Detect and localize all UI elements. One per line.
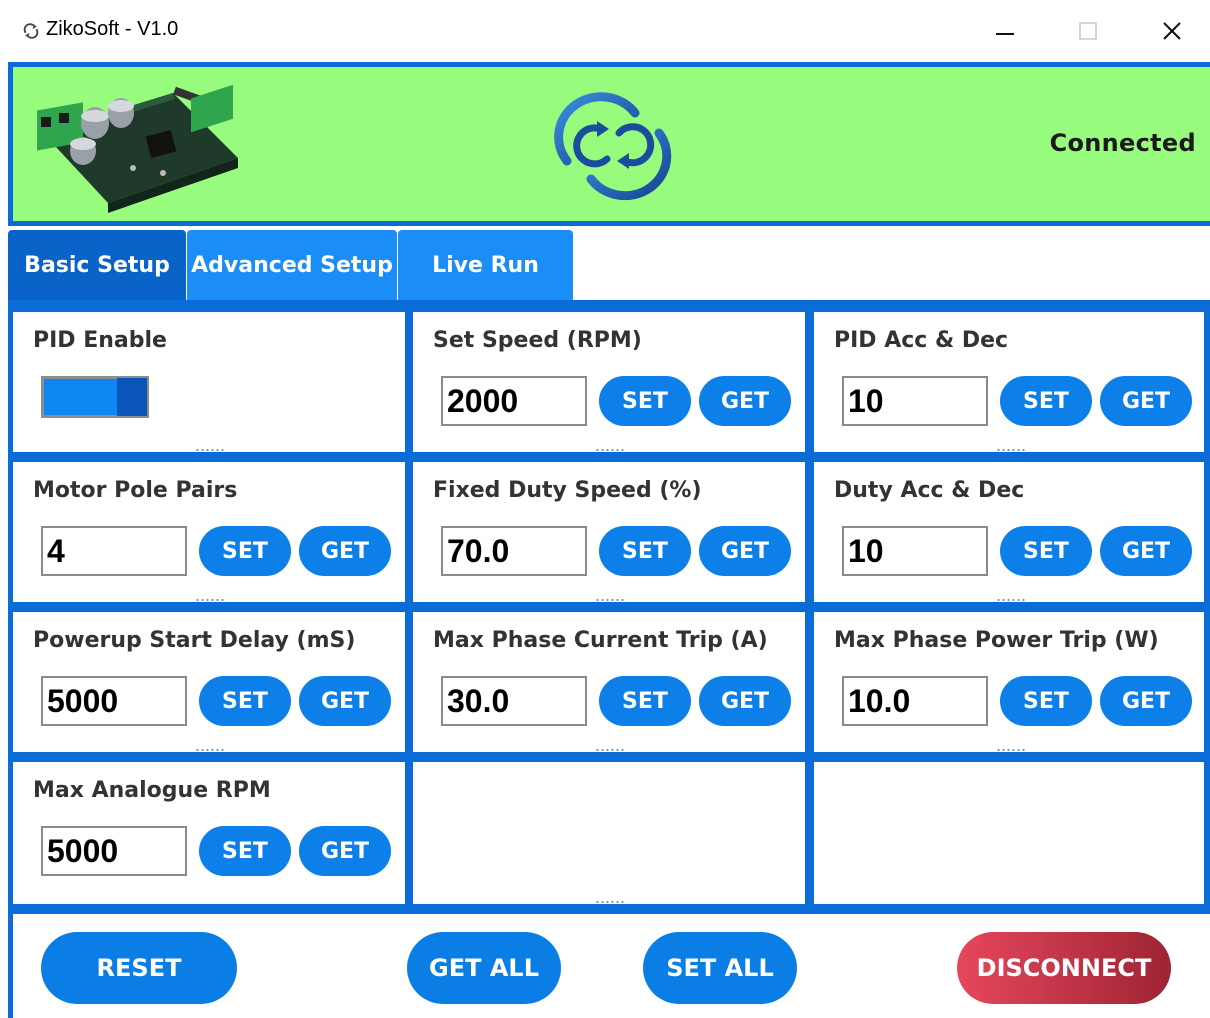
powerup-start-delay-input[interactable]: [41, 676, 187, 726]
connection-status: Connected: [1049, 129, 1196, 157]
minimize-icon: [996, 33, 1014, 35]
duty-acc-dec-label: Duty Acc & Dec: [834, 478, 1025, 503]
max-analogue-rpm-get-button[interactable]: GET: [299, 826, 391, 876]
close-button[interactable]: [1142, 10, 1202, 52]
resize-grip: [195, 748, 225, 752]
powerup-start-delay-label: Powerup Start Delay (mS): [33, 628, 356, 653]
fixed-duty-speed-set-button[interactable]: SET: [599, 526, 691, 576]
fixed-duty-speed-get-button[interactable]: GET: [699, 526, 791, 576]
pid-enable-toggle[interactable]: [41, 376, 149, 418]
max-phase-current-trip-set-button[interactable]: SET: [599, 676, 691, 726]
get-all-button[interactable]: GET ALL: [407, 932, 561, 1004]
title-bar: ZikoSoft - V1.0: [0, 0, 1210, 62]
motor-pole-pairs-label: Motor Pole Pairs: [33, 478, 238, 503]
powerup-start-delay-get-button[interactable]: GET: [299, 676, 391, 726]
motor-pole-pairs-get-button[interactable]: GET: [299, 526, 391, 576]
fixed-duty-speed-label: Fixed Duty Speed (%): [433, 478, 702, 503]
parameter-grid: PID Enable Set Speed (RPM) SET GET PID A…: [8, 300, 1210, 910]
max-analogue-rpm-input[interactable]: [41, 826, 187, 876]
resize-grip: [595, 900, 625, 904]
max-phase-power-trip-label: Max Phase Power Trip (W): [834, 628, 1159, 653]
tab-advanced-setup[interactable]: Advanced Setup: [187, 230, 397, 300]
max-phase-power-trip-panel: Max Phase Power Trip (W) SET GET: [814, 612, 1204, 752]
max-phase-current-trip-get-button[interactable]: GET: [699, 676, 791, 726]
resize-grip: [595, 748, 625, 752]
maximize-button[interactable]: [1058, 10, 1118, 52]
pid-acc-dec-label: PID Acc & Dec: [834, 328, 1009, 353]
motor-pole-pairs-panel: Motor Pole Pairs SET GET: [13, 462, 405, 602]
powerup-start-delay-set-button[interactable]: SET: [199, 676, 291, 726]
action-bar: RESET GET ALL SET ALL DISCONNECT: [8, 910, 1210, 1018]
max-phase-current-trip-label: Max Phase Current Trip (A): [433, 628, 768, 653]
set-speed-input[interactable]: [441, 376, 587, 426]
resize-grip: [996, 598, 1026, 602]
duty-acc-dec-get-button[interactable]: GET: [1100, 526, 1192, 576]
pid-acc-dec-panel: PID Acc & Dec SET GET: [814, 312, 1204, 452]
max-analogue-rpm-panel: Max Analogue RPM SET GET: [13, 762, 405, 904]
empty-panel: [814, 762, 1204, 904]
max-phase-power-trip-set-button[interactable]: SET: [1000, 676, 1092, 726]
duty-acc-dec-set-button[interactable]: SET: [1000, 526, 1092, 576]
close-icon: [1163, 22, 1181, 40]
app-logo-icon: [23, 23, 39, 39]
reset-button[interactable]: RESET: [41, 932, 237, 1004]
set-speed-panel: Set Speed (RPM) SET GET: [413, 312, 805, 452]
fixed-duty-speed-panel: Fixed Duty Speed (%) SET GET: [413, 462, 805, 602]
set-all-button[interactable]: SET ALL: [643, 932, 797, 1004]
resize-grip: [595, 448, 625, 452]
motor-pole-pairs-input[interactable]: [41, 526, 187, 576]
connection-header: Connected: [8, 62, 1210, 226]
empty-panel: [413, 762, 805, 904]
set-speed-label: Set Speed (RPM): [433, 328, 642, 353]
toggle-thumb: [117, 378, 147, 416]
sync-logo-icon: [554, 92, 672, 201]
max-analogue-rpm-label: Max Analogue RPM: [33, 778, 271, 803]
window-title: ZikoSoft - V1.0: [46, 18, 179, 40]
pid-enable-label: PID Enable: [33, 328, 167, 353]
pid-acc-dec-get-button[interactable]: GET: [1100, 376, 1192, 426]
max-analogue-rpm-set-button[interactable]: SET: [199, 826, 291, 876]
motor-controller-board-image: [37, 84, 238, 213]
resize-grip: [195, 598, 225, 602]
max-phase-current-trip-input[interactable]: [441, 676, 587, 726]
fixed-duty-speed-input[interactable]: [441, 526, 587, 576]
motor-pole-pairs-set-button[interactable]: SET: [199, 526, 291, 576]
max-phase-current-trip-panel: Max Phase Current Trip (A) SET GET: [413, 612, 805, 752]
max-phase-power-trip-input[interactable]: [842, 676, 988, 726]
duty-acc-dec-panel: Duty Acc & Dec SET GET: [814, 462, 1204, 602]
pid-enable-panel: PID Enable: [13, 312, 405, 452]
resize-grip: [996, 448, 1026, 452]
tab-live-run[interactable]: Live Run: [398, 230, 573, 300]
duty-acc-dec-input[interactable]: [842, 526, 988, 576]
minimize-button[interactable]: [975, 10, 1035, 52]
max-phase-power-trip-get-button[interactable]: GET: [1100, 676, 1192, 726]
tab-basic-setup[interactable]: Basic Setup: [8, 230, 186, 300]
set-speed-get-button[interactable]: GET: [699, 376, 791, 426]
disconnect-button[interactable]: DISCONNECT: [957, 932, 1171, 1004]
maximize-icon: [1079, 22, 1097, 40]
pid-acc-dec-set-button[interactable]: SET: [1000, 376, 1092, 426]
resize-grip: [595, 598, 625, 602]
pid-acc-dec-input[interactable]: [842, 376, 988, 426]
powerup-start-delay-panel: Powerup Start Delay (mS) SET GET: [13, 612, 405, 752]
resize-grip: [195, 448, 225, 452]
set-speed-set-button[interactable]: SET: [599, 376, 691, 426]
resize-grip: [996, 748, 1026, 752]
